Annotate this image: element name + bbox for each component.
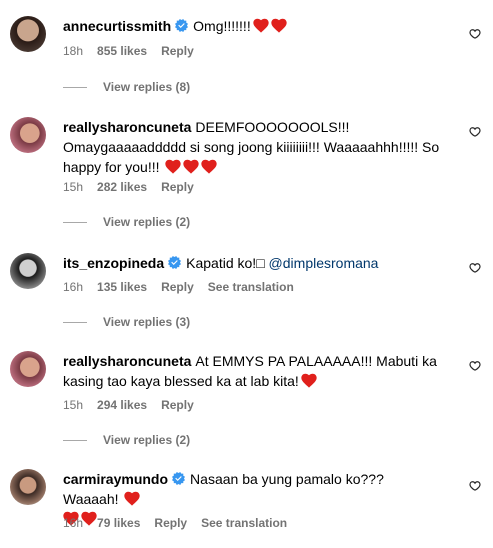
view-replies-button[interactable]: View replies (2) [63,214,190,230]
divider-line [63,87,87,89]
heart-outline-icon[interactable] [469,480,481,492]
comment-time[interactable]: 18h [63,44,83,58]
avatar[interactable] [10,253,46,289]
red-heart-emoji-icon [201,159,218,174]
reply-button[interactable]: Reply [161,398,194,412]
comment-likes[interactable]: 282 likes [97,180,147,194]
comment-likes[interactable]: 135 likes [97,280,147,294]
red-heart-emoji-icon [271,18,287,33]
red-heart-emoji-icon [301,373,317,388]
avatar[interactable] [10,117,46,153]
red-heart-emoji-icon [124,491,141,506]
see-translation-button[interactable]: See translation [208,280,294,294]
comment-time[interactable]: 16h [63,516,83,530]
heart-outline-icon[interactable] [469,126,481,138]
comment-likes[interactable]: 79 likes [97,516,140,530]
divider-line [63,440,87,442]
comment-meta: 18h 855 likes Reply [63,43,208,59]
heart-outline-icon[interactable] [469,262,481,274]
comment-likes[interactable]: 294 likes [97,398,147,412]
red-heart-emoji-icon [165,159,182,174]
reply-button[interactable]: Reply [154,516,187,530]
view-replies-button[interactable]: View replies (2) [63,432,190,448]
avatar[interactable] [10,469,46,505]
reply-button[interactable]: Reply [161,280,194,294]
divider-line [63,322,87,324]
mention-link[interactable]: @dimplesromana [269,255,379,271]
comment-username[interactable]: carmiraymundo [63,471,168,487]
comment-text: Kapatid ko!□ [186,255,265,271]
comment-time[interactable]: 15h [63,398,83,412]
heart-outline-icon[interactable] [469,360,481,372]
avatar[interactable] [10,16,46,52]
view-replies-button[interactable]: View replies (8) [63,79,190,95]
view-replies-button[interactable]: View replies (3) [63,314,190,330]
comment-time[interactable]: 16h [63,280,83,294]
verified-badge-icon [168,256,182,269]
comment-likes[interactable]: 855 likes [97,44,147,58]
divider-line [63,222,87,224]
see-translation-button[interactable]: See translation [201,516,287,530]
comment-text: Omg!!!!!!! [193,18,251,34]
comment-meta: 16h 79 likes Reply See translation [63,515,301,531]
comment-username[interactable]: reallysharoncuneta [63,353,191,369]
avatar[interactable] [10,351,46,387]
heart-outline-icon[interactable] [469,28,481,40]
verified-badge-icon [172,472,186,485]
comment-username[interactable]: reallysharoncuneta [63,119,191,135]
comment-meta: 15h 294 likes Reply [63,397,208,413]
comment-username[interactable]: annecurtissmith [63,18,171,34]
red-heart-emoji-icon [253,18,269,33]
comment-username[interactable]: its_enzopineda [63,255,164,271]
comment-meta: 15h 282 likes Reply [63,179,208,195]
comment-meta: 16h 135 likes Reply See translation [63,279,308,295]
reply-button[interactable]: Reply [161,44,194,58]
comments-list: annecurtissmith Omg!!!!!!! 18h 855 likes Re… [0,0,493,548]
reply-button[interactable]: Reply [161,180,194,194]
red-heart-emoji-icon [183,159,200,174]
comment-time[interactable]: 15h [63,180,83,194]
verified-badge-icon [175,19,189,32]
